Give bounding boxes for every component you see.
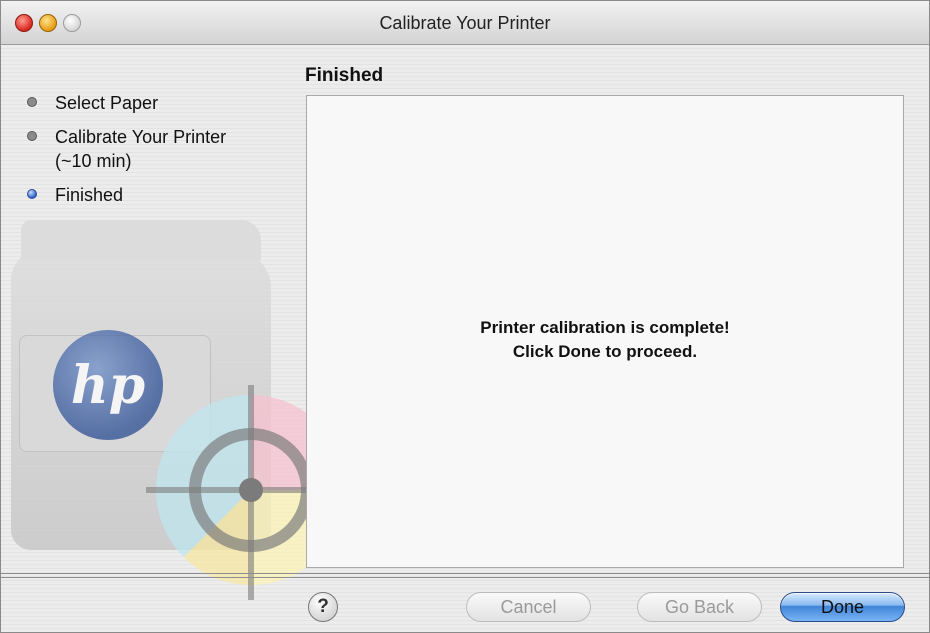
calibrate-window: Calibrate Your Printer hp Select Paper C… <box>0 0 930 633</box>
bottom-divider-bottom <box>1 577 929 578</box>
help-button[interactable]: ? <box>308 592 338 622</box>
step-label: Select Paper <box>55 93 159 113</box>
step-calibrate-printer: Calibrate Your Printer (~10 min) <box>27 125 277 173</box>
step-list: Select Paper Calibrate Your Printer (~10… <box>27 91 277 217</box>
active-step-bullet-icon <box>27 189 37 199</box>
target-center-icon <box>239 478 263 502</box>
step-label: Finished <box>55 185 124 205</box>
section-title: Finished <box>305 65 384 86</box>
bottom-divider-top <box>1 573 929 574</box>
hp-logo-icon: hp <box>53 330 163 440</box>
finished-panel: Printer calibration is complete! Click D… <box>306 95 904 568</box>
cancel-button[interactable]: Cancel <box>466 592 591 622</box>
step-label: Calibrate Your Printer (~10 min) <box>55 127 227 171</box>
step-bullet-icon <box>27 97 37 107</box>
step-finished: Finished <box>27 183 277 207</box>
step-select-paper: Select Paper <box>27 91 277 115</box>
done-button[interactable]: Done <box>780 592 905 622</box>
title-bar: Calibrate Your Printer <box>1 1 929 45</box>
printer-illustration: hp <box>11 210 361 600</box>
window-title: Calibrate Your Printer <box>379 13 551 33</box>
window-content: hp Select Paper Calibrate Your Printer (… <box>1 45 929 632</box>
go-back-button[interactable]: Go Back <box>637 592 762 622</box>
completion-message: Printer calibration is complete! Click D… <box>480 318 730 361</box>
step-bullet-icon <box>27 131 37 141</box>
